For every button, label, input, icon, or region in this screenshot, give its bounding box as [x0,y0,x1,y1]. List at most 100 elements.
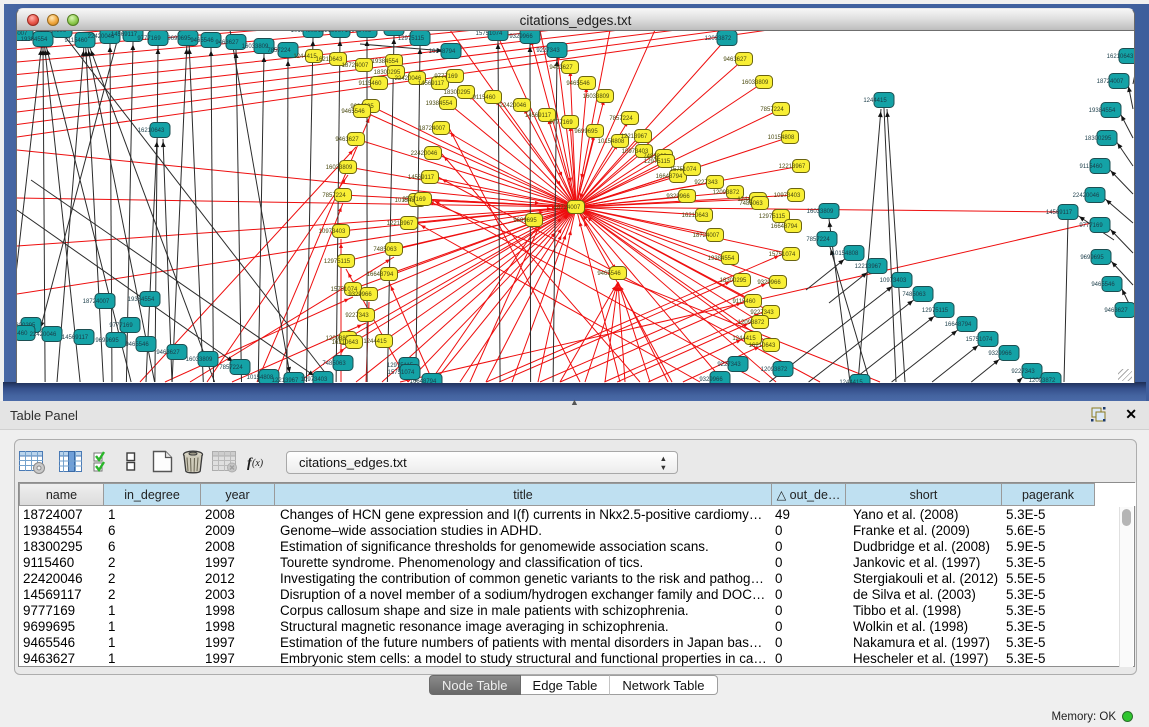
svg-text:16648794: 16648794 [656,174,683,180]
svg-text:18300295: 18300295 [40,31,67,34]
svg-text:16210643: 16210643 [1107,54,1134,60]
svg-text:9777169: 9777169 [402,197,426,203]
svg-text:19384554: 19384554 [21,37,48,43]
svg-text:9115460: 9115460 [473,95,497,101]
svg-text:9463627: 9463627 [215,40,239,46]
svg-text:9465546: 9465546 [125,342,149,348]
svg-text:9115460: 9115460 [1080,164,1104,170]
svg-text:22420046: 22420046 [30,332,57,338]
svg-text:7857224: 7857224 [760,107,784,113]
svg-text:1244415: 1244415 [863,98,887,104]
svg-text:15751074: 15751074 [769,252,796,258]
svg-text:9777169: 9777169 [137,36,161,42]
svg-text:9777169: 9777169 [1079,223,1103,229]
svg-text:14569117: 14569117 [418,81,445,87]
svg-text:9465546: 9465546 [566,81,590,87]
svg-text:7857224: 7857224 [267,48,291,54]
svg-text:7857224: 7857224 [219,365,243,371]
svg-text:14569117: 14569117 [408,175,435,181]
svg-text:12093872: 12093872 [705,36,732,42]
svg-text:9329966: 9329966 [666,194,690,200]
svg-text:7857224: 7857224 [806,237,830,243]
svg-text:18724007: 18724007 [554,205,581,211]
svg-text:1244415: 1244415 [293,54,317,60]
svg-text:7857224: 7857224 [322,193,346,199]
svg-text:15751074: 15751074 [476,31,503,37]
svg-text:18724007: 18724007 [342,63,369,69]
svg-text:9699695: 9699695 [1080,255,1104,261]
svg-text:10973403: 10973403 [880,278,907,284]
svg-text:12093872: 12093872 [761,367,788,373]
svg-text:16033809: 16033809 [326,165,353,171]
svg-text:9115460: 9115460 [17,331,28,337]
svg-text:16648794: 16648794 [771,224,798,230]
svg-text:16210643: 16210643 [682,213,709,219]
svg-text:9463627: 9463627 [156,350,180,356]
svg-text:16210643: 16210643 [332,340,359,346]
svg-text:9699695: 9699695 [574,129,598,135]
svg-text:16648794: 16648794 [429,49,456,55]
svg-text:9777169: 9777169 [549,120,573,126]
svg-text:9463627: 9463627 [335,137,359,143]
svg-text:14569117: 14569117 [111,32,138,38]
svg-text:12213967: 12213967 [318,31,345,34]
svg-text:9227343: 9227343 [536,48,560,54]
svg-text:22420046: 22420046 [411,151,438,157]
svg-text:15751074: 15751074 [388,370,415,376]
svg-text:12093872: 12093872 [713,190,740,196]
svg-text:18300295: 18300295 [720,278,747,284]
svg-text:7485063: 7485063 [902,292,926,298]
svg-text:9227343: 9227343 [694,180,718,186]
svg-text:9227343: 9227343 [1011,369,1035,375]
svg-text:18300295: 18300295 [1085,136,1112,142]
svg-text:10154808: 10154808 [291,31,318,34]
svg-text:9329966: 9329966 [757,280,781,286]
svg-text:9329966: 9329966 [699,377,723,383]
svg-text:15751074: 15751074 [670,167,697,173]
svg-text:9329966: 9329966 [348,292,372,298]
svg-text:1244415: 1244415 [363,339,387,345]
svg-text:12093872: 12093872 [738,320,765,326]
svg-text:19384554: 19384554 [128,297,155,303]
svg-text:9465546: 9465546 [341,109,365,115]
svg-text:18724007: 18724007 [693,233,720,239]
svg-text:16033809: 16033809 [807,209,834,215]
svg-text:7485063: 7485063 [322,361,346,367]
svg-text:9777169: 9777169 [109,323,133,329]
svg-text:12213967: 12213967 [779,164,806,170]
svg-text:14569117: 14569117 [62,335,89,341]
svg-text:12093872: 12093872 [1029,378,1056,383]
svg-text:9699695: 9699695 [513,218,537,224]
svg-text:16033809: 16033809 [742,80,769,86]
svg-text:10154808: 10154808 [768,135,795,141]
svg-text:16033809: 16033809 [583,94,610,100]
svg-text:12975115: 12975115 [644,159,671,165]
svg-text:12975115: 12975115 [398,36,425,42]
svg-text:19384554: 19384554 [426,101,453,107]
svg-text:12975115: 12975115 [922,308,949,314]
svg-text:19384554: 19384554 [372,59,399,65]
svg-text:12975115: 12975115 [759,214,786,220]
svg-text:10973403: 10973403 [345,31,372,34]
svg-text:9465546: 9465546 [1091,282,1115,288]
svg-text:12213967: 12213967 [621,134,648,140]
svg-text:16210643: 16210643 [749,343,776,349]
svg-text:9465546: 9465546 [597,271,621,277]
svg-text:9463627: 9463627 [723,57,747,63]
svg-text:22420046: 22420046 [1073,193,1100,199]
svg-text:9699695: 9699695 [95,338,119,344]
svg-text:12213967: 12213967 [272,378,299,383]
svg-text:1244415: 1244415 [839,380,863,383]
svg-text:18724007: 18724007 [1097,79,1124,85]
svg-text:16210643: 16210643 [316,57,343,63]
svg-text:7485063: 7485063 [373,31,397,32]
svg-text:9115460: 9115460 [733,299,757,305]
svg-text:16648794: 16648794 [945,322,972,328]
svg-text:16648794: 16648794 [367,272,394,278]
svg-text:14569117: 14569117 [525,113,552,119]
svg-text:9465546: 9465546 [190,38,214,44]
svg-text:9699695: 9699695 [167,36,191,42]
svg-text:9463627: 9463627 [549,65,573,71]
svg-text:10154808: 10154808 [247,375,274,381]
svg-text:12213967: 12213967 [387,221,414,227]
